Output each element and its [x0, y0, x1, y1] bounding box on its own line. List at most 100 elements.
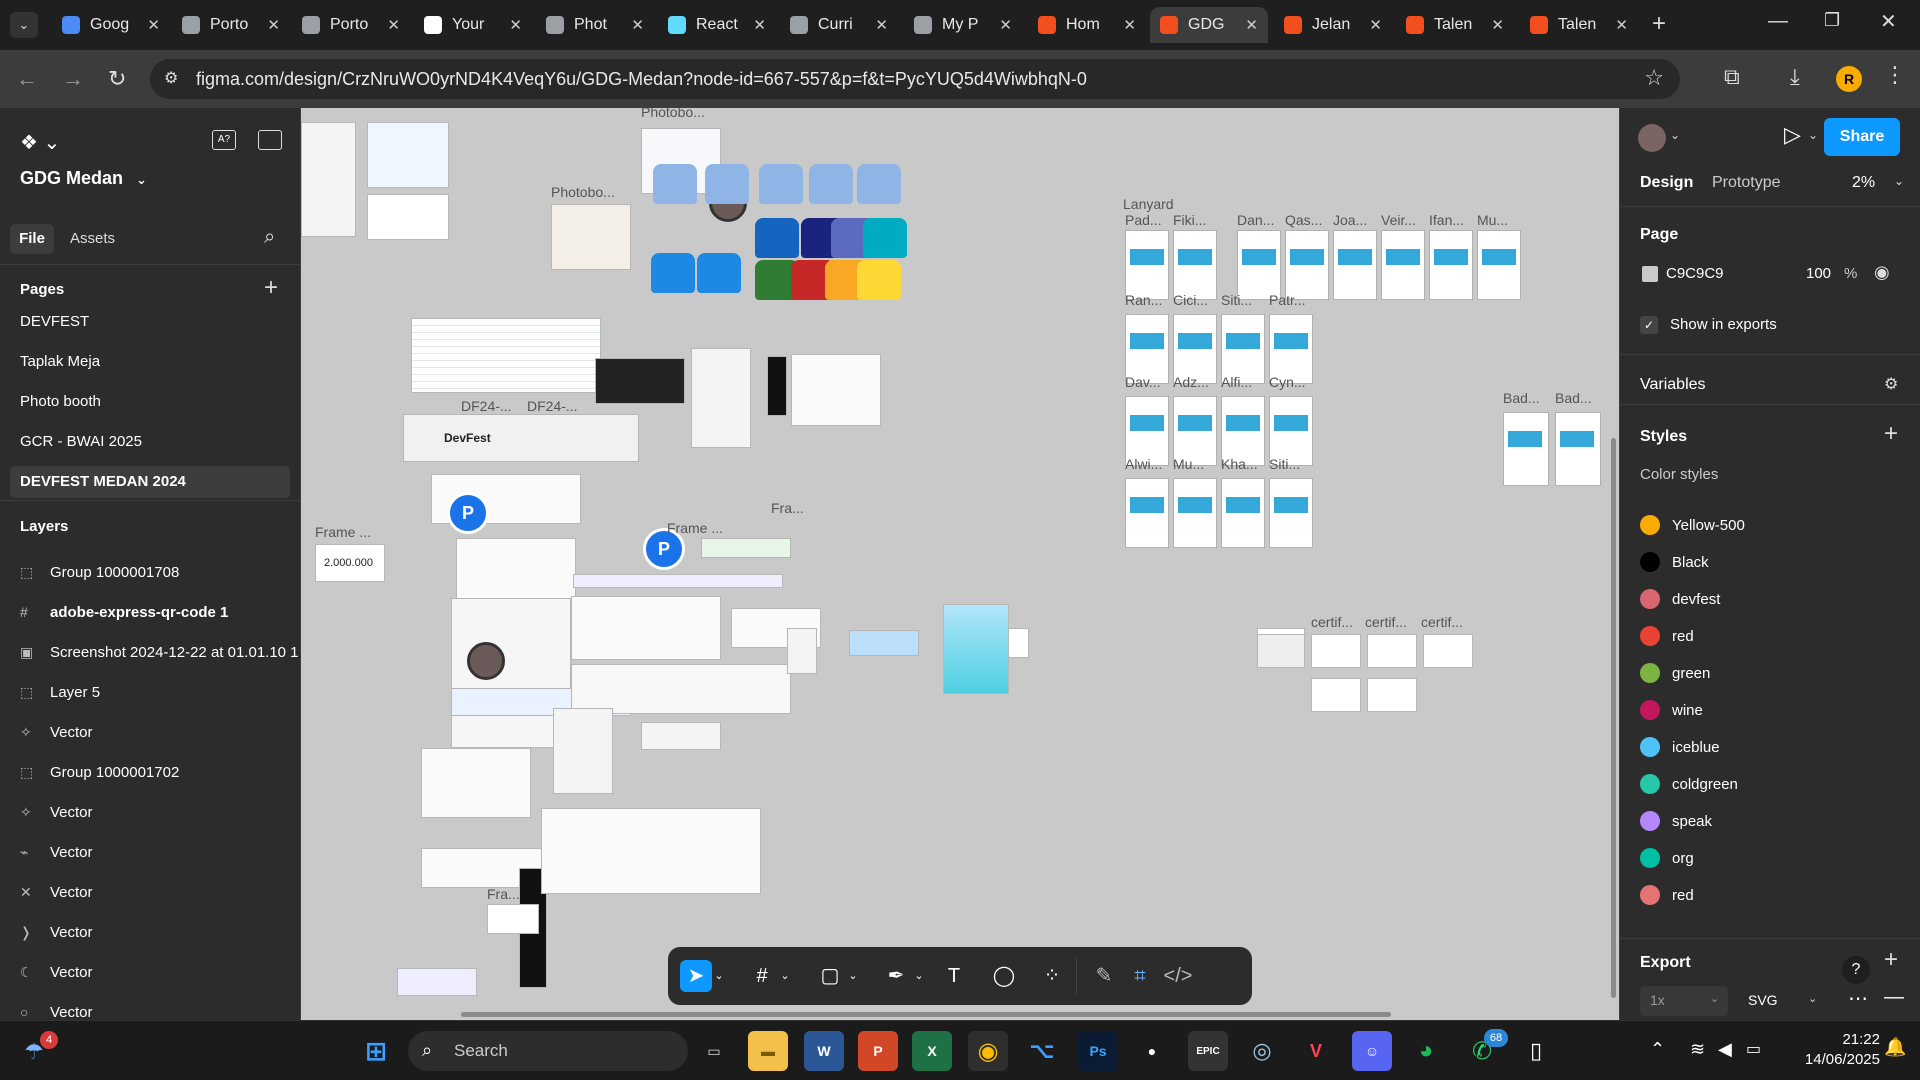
tab-close-icon[interactable]: ✕ — [875, 16, 888, 34]
close-window-button[interactable]: ✕ — [1880, 9, 1897, 34]
frame-price[interactable]: 2.000.000 — [315, 544, 385, 582]
ui3-toggle-icon[interactable]: A? — [212, 130, 236, 150]
components-tool-icon[interactable]: ⁘ — [1036, 960, 1068, 992]
pen-tool-chevron-icon[interactable]: ⌄ — [912, 960, 926, 992]
frame-mid-cluster-8[interactable] — [553, 708, 613, 794]
lanyard-card[interactable] — [1477, 230, 1521, 300]
tab-close-icon[interactable]: ✕ — [147, 16, 160, 34]
frame-mid-cluster-6[interactable] — [787, 628, 817, 674]
tshirt-mockup[interactable] — [809, 164, 853, 204]
frame-df24-banner[interactable]: DevFest — [403, 414, 639, 462]
frame-tool-icon[interactable]: # — [746, 960, 778, 992]
add-export-button[interactable]: + — [1884, 946, 1898, 974]
browser-tab[interactable]: Phot ✕ — [536, 7, 654, 43]
frame-mid-cluster-2[interactable] — [573, 574, 783, 588]
tshirt-mockup[interactable] — [651, 253, 695, 293]
photoshop-icon[interactable]: Ps — [1078, 1031, 1118, 1071]
export-more-icon[interactable]: ⋯ — [1848, 986, 1868, 1011]
rectangle-tool-icon[interactable]: ▢ — [814, 960, 846, 992]
certificate-frame[interactable] — [1367, 678, 1417, 712]
color-style-item[interactable]: iceblue — [1640, 732, 1720, 762]
collaborator-avatar-p-1[interactable]: P — [447, 492, 489, 534]
url-text[interactable]: figma.com/design/CrzNruWO0yrND4K4VeqY6u/… — [196, 69, 1087, 90]
task-view-icon[interactable]: ▭ — [694, 1031, 734, 1071]
variables-settings-icon[interactable]: ⚙ — [1884, 374, 1898, 394]
layer-item[interactable]: ✧ Vector — [0, 792, 300, 832]
chevron-down-icon[interactable]: ⌄ — [1670, 128, 1680, 142]
file-name[interactable]: GDG Medan ⌄ — [20, 168, 147, 189]
powerpoint-icon[interactable]: P — [858, 1031, 898, 1071]
battery-icon[interactable]: ▭ — [1746, 1039, 1761, 1059]
frame-mid-cluster-3[interactable] — [571, 596, 721, 660]
layer-item[interactable]: ▣ Screenshot 2024-12-22 at 01.01.10 1 — [0, 632, 300, 672]
pen-tool-icon[interactable]: ✒ — [880, 960, 912, 992]
layer-item[interactable]: ✕ Vector — [0, 872, 300, 912]
badge-card[interactable] — [1503, 412, 1549, 486]
layer-item[interactable]: ⬚ Layer 5 — [0, 672, 300, 712]
browser-menu-icon[interactable]: ⋮ — [1884, 62, 1906, 88]
tab-prototype[interactable]: Prototype — [1712, 174, 1780, 192]
tab-file[interactable]: File — [10, 224, 54, 254]
certificate-frame[interactable] — [1311, 634, 1361, 668]
clock-date[interactable]: 14/06/2025 — [1780, 1051, 1880, 1068]
tshirt-mockup[interactable] — [705, 164, 749, 204]
export-scale-select[interactable]: 1x ⌄ — [1640, 986, 1728, 1016]
discord-icon[interactable]: ☺ — [1352, 1031, 1392, 1071]
frame-bottom-devfest[interactable] — [487, 904, 539, 934]
frame-stickers[interactable] — [791, 354, 881, 426]
frame-devfest-booth-1[interactable] — [301, 122, 356, 237]
lanyard-card[interactable] — [1269, 478, 1313, 548]
shape-tool-chevron-icon[interactable]: ⌄ — [846, 960, 860, 992]
tab-close-icon[interactable]: ✕ — [267, 16, 280, 34]
frame-mid-cluster-4[interactable] — [571, 664, 791, 714]
tab-close-icon[interactable]: ✕ — [1245, 16, 1258, 34]
address-bar[interactable]: ⚙ figma.com/design/CrzNruWO0yrND4K4VeqY6… — [150, 59, 1680, 99]
download-icon[interactable]: ⤓ — [1790, 64, 1800, 90]
taskbar-search[interactable]: ⌕ Search — [408, 1031, 688, 1071]
frame-mid-cluster-1[interactable] — [701, 538, 791, 558]
profile-avatar[interactable]: R — [1836, 66, 1862, 92]
new-tab-button[interactable]: + — [1652, 10, 1666, 38]
tshirt-mockup[interactable] — [759, 164, 803, 204]
draw-mode-icon[interactable]: ✎ — [1088, 960, 1120, 992]
tab-search-dropdown-icon[interactable]: ⌄ — [10, 12, 38, 38]
certificate-frame[interactable] — [1367, 634, 1417, 668]
color-style-item[interactable]: red — [1640, 621, 1694, 651]
present-play-icon[interactable]: ▷ — [1784, 122, 1801, 148]
tshirt-mockup[interactable] — [697, 253, 741, 293]
browser-tab[interactable]: Talen ✕ — [1520, 7, 1638, 43]
color-style-item[interactable]: Yellow-500 — [1640, 510, 1745, 540]
obs-icon[interactable]: ● — [1132, 1031, 1172, 1071]
page-opacity[interactable]: 100 — [1806, 265, 1831, 282]
chrome-icon[interactable]: ◉ — [968, 1031, 1008, 1071]
browser-tab[interactable]: Jelan ✕ — [1274, 7, 1392, 43]
page-color-hex[interactable]: C9C9C9 — [1666, 265, 1724, 282]
frame-gradient[interactable] — [943, 604, 1009, 694]
frame-blue-cards[interactable] — [849, 630, 919, 656]
page-color-field[interactable]: C9C9C9 100 % ◉ — [1640, 258, 1894, 290]
frame-devfest-booth-2[interactable] — [367, 194, 449, 240]
show-in-exports-checkbox[interactable]: ✓ — [1640, 316, 1658, 334]
minimize-button[interactable]: — — [1768, 10, 1788, 33]
zoom-chevron-icon[interactable]: ⌄ — [1894, 174, 1904, 188]
canvas-vertical-scrollbar[interactable] — [1611, 438, 1616, 998]
layer-item[interactable]: ⬚ Group 1000001702 — [0, 752, 300, 792]
tab-close-icon[interactable]: ✕ — [509, 16, 522, 34]
add-page-button[interactable]: + — [264, 274, 278, 302]
page-color-swatch[interactable] — [1642, 266, 1658, 282]
tshirt-mockup[interactable] — [863, 218, 907, 258]
design-mode-icon[interactable]: ⌗ — [1124, 960, 1156, 992]
layer-item[interactable]: ☾ Vector — [0, 952, 300, 992]
reload-button[interactable]: ↻ — [108, 66, 126, 92]
lanyard-card[interactable] — [1173, 478, 1217, 548]
frame-tool-chevron-icon[interactable]: ⌄ — [778, 960, 792, 992]
help-icon[interactable]: ? — [1842, 956, 1870, 984]
start-button[interactable]: ⊞ — [356, 1031, 396, 1071]
lanyard-card[interactable] — [1125, 230, 1169, 300]
tab-close-icon[interactable]: ✕ — [1369, 16, 1382, 34]
vscode-icon[interactable]: ⌥ — [1022, 1031, 1062, 1071]
color-style-item[interactable]: red — [1640, 880, 1694, 910]
user-avatar[interactable] — [1638, 124, 1666, 152]
back-button[interactable]: ← — [16, 66, 38, 92]
page-item[interactable]: Photo booth — [10, 386, 290, 418]
